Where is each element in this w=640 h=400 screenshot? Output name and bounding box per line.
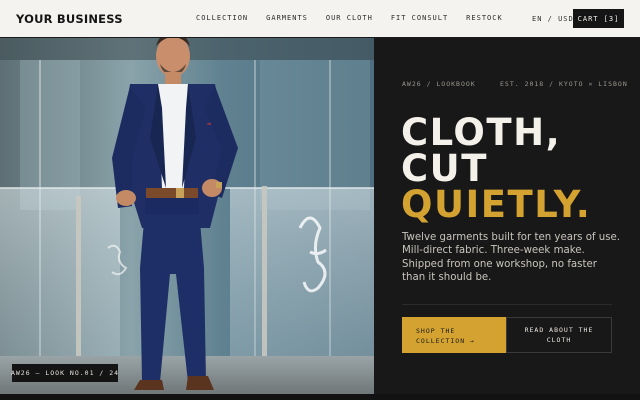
nav-restock[interactable]: RESTOCK	[466, 14, 503, 24]
shop-button-line-2: COLLECTION →	[416, 337, 475, 345]
established-label: EST. 2018 / KYOTO × LISBON	[500, 80, 628, 88]
headline-line-2: CUT	[401, 147, 488, 190]
hero-headline: CLOTH, CUT QUIETLY.	[401, 111, 631, 226]
hero-description: Twelve garments built for ten years of u…	[402, 232, 621, 284]
nav-our-cloth[interactable]: OUR CLOTH	[326, 14, 373, 24]
look-number-tag: AW26 — LOOK NO.01 / 24	[11, 364, 118, 382]
site-header: YOUR BUSINESS COLLECTION GARMENTS OUR CL…	[0, 0, 640, 38]
read-button-line-1: READ ABOUT THE	[524, 326, 594, 334]
nav-garments[interactable]: GARMENTS	[266, 14, 308, 24]
lookbook-label: AW26 / LOOKBOOK	[402, 80, 476, 88]
bottom-strip	[0, 394, 640, 400]
nav-collection[interactable]: COLLECTION	[196, 14, 248, 24]
read-button-line-2: CLOTH	[546, 336, 572, 344]
shop-collection-button[interactable]: SHOP THE COLLECTION →	[402, 317, 506, 353]
hero-photo-illustration	[0, 38, 374, 394]
divider	[402, 304, 612, 305]
read-about-cloth-button[interactable]: READ ABOUT THE CLOTH	[506, 317, 612, 353]
cart-button[interactable]: CART [3]	[573, 9, 624, 28]
headline-line-3: QUIETLY.	[401, 183, 592, 226]
shop-button-line-1: SHOP THE	[416, 327, 456, 335]
nav-fit-consult[interactable]: FIT CONSULT	[391, 14, 448, 24]
brand-logo[interactable]: YOUR BUSINESS	[16, 12, 123, 26]
language-currency-switch[interactable]: EN / USD	[532, 15, 574, 23]
hero-photo	[0, 38, 374, 394]
headline-line-1: CLOTH,	[401, 111, 562, 154]
main-nav: COLLECTION GARMENTS OUR CLOTH FIT CONSUL…	[196, 14, 503, 24]
